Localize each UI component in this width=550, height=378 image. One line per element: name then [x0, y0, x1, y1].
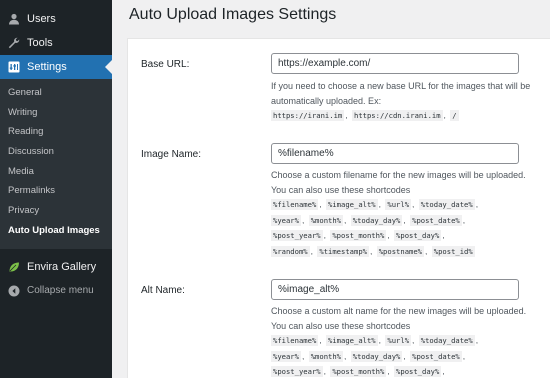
shortcode: %post_month%: [330, 230, 387, 241]
collapse-menu-button[interactable]: Collapse menu: [0, 279, 112, 303]
alt-name-description: Choose a custom alt name for the new ima…: [271, 306, 527, 331]
menu-envira-label: Envira Gallery: [27, 260, 97, 273]
collapse-menu-label: Collapse menu: [27, 285, 94, 296]
shortcode: %post_year%: [271, 230, 323, 241]
image-name-input[interactable]: [271, 143, 519, 164]
shortcode: %random%: [271, 245, 310, 257]
base-url-description: If you need to choose a new base URL for…: [271, 81, 531, 106]
example-code: /: [450, 110, 459, 121]
submenu-general[interactable]: General: [0, 83, 112, 103]
shortcode: %post_month%: [330, 366, 387, 377]
shortcode: %year%: [271, 214, 301, 226]
shortcode: %timestamp%: [317, 245, 369, 257]
users-icon: [7, 12, 21, 26]
shortcode: %image_alt%: [326, 199, 378, 210]
menu-users[interactable]: Users: [0, 7, 112, 31]
alt-name-input[interactable]: [271, 279, 519, 300]
settings-submenu: General Writing Reading Discussion Media…: [0, 79, 112, 249]
example-code: https://irani.im: [271, 110, 345, 121]
shortcode: %post_id%: [431, 245, 475, 257]
shortcode: %filename%: [271, 199, 319, 210]
shortcode: %today_date%: [418, 199, 475, 210]
image-name-label: Image Name:: [141, 149, 202, 160]
base-url-label: Base URL:: [141, 59, 190, 70]
shortcode: %today_day%: [350, 350, 403, 362]
wrench-icon: [7, 36, 21, 50]
shortcode: %image_alt%: [326, 335, 378, 346]
shortcode: %url%: [385, 199, 412, 210]
admin-sidebar: Users Tools Settings General Writing Rea…: [0, 0, 112, 378]
shortcode: %month%: [308, 214, 344, 226]
shortcode: %filename%: [271, 335, 319, 346]
shortcode: %post_date%: [410, 214, 462, 226]
settings-icon: [7, 60, 21, 74]
shortcode: %today_date%: [418, 335, 475, 346]
menu-settings[interactable]: Settings: [0, 55, 112, 79]
menu-tools[interactable]: Tools: [0, 31, 112, 55]
shortcode: %today_day%: [350, 214, 403, 226]
example-code: https://cdn.irani.im: [352, 110, 443, 121]
settings-panel: Base URL: If you need to choose a new ba…: [127, 38, 550, 378]
submenu-writing[interactable]: Writing: [0, 103, 112, 123]
collapse-icon: [7, 284, 21, 298]
base-url-input[interactable]: [271, 53, 519, 74]
menu-users-label: Users: [27, 13, 56, 25]
shortcode: %post_year%: [271, 366, 323, 377]
shortcode: %post_day%: [394, 366, 442, 377]
shortcode: %url%: [385, 335, 412, 346]
menu-settings-label: Settings: [27, 61, 67, 73]
shortcode: %post_day%: [394, 230, 442, 241]
base-url-examples: https://irani.im, https://cdn.irani.im, …: [271, 110, 459, 121]
menu-envira-gallery[interactable]: Envira Gallery: [0, 255, 112, 279]
image-name-description: Choose a custom filename for the new ima…: [271, 170, 526, 195]
submenu-permalinks[interactable]: Permalinks: [0, 181, 112, 201]
page-title: Auto Upload Images Settings: [129, 6, 337, 23]
shortcode: %month%: [308, 350, 344, 362]
alt-name-label: Alt Name:: [141, 285, 185, 296]
menu-tools-label: Tools: [27, 37, 53, 49]
alt-name-shortcodes: %filename%, %image_alt%, %url%, %today_d…: [271, 335, 479, 377]
shortcode: %post_date%: [410, 350, 462, 362]
submenu-privacy[interactable]: Privacy: [0, 201, 112, 221]
submenu-auto-upload-images[interactable]: Auto Upload Images: [0, 221, 112, 241]
main-content: Auto Upload Images Settings Base URL: If…: [112, 0, 550, 378]
shortcode: %postname%: [376, 245, 425, 257]
submenu-discussion[interactable]: Discussion: [0, 142, 112, 162]
leaf-icon: [7, 260, 21, 274]
shortcode: %year%: [271, 350, 301, 362]
submenu-media[interactable]: Media: [0, 162, 112, 182]
submenu-reading[interactable]: Reading: [0, 122, 112, 142]
image-name-shortcodes: %filename%, %image_alt%, %url%, %today_d…: [271, 199, 479, 257]
